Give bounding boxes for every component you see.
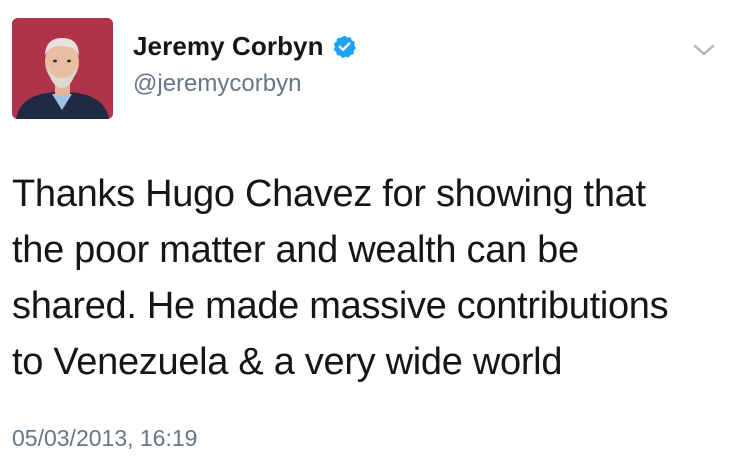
chevron-down-icon[interactable] [692,42,716,58]
author-display-name[interactable]: Jeremy Corbyn [133,31,324,62]
tweet-text-line: Thanks Hugo Chavez for showing that [12,173,646,215]
verified-badge-icon [332,34,357,59]
author-name-row[interactable]: Jeremy Corbyn [133,31,357,62]
avatar[interactable] [12,18,113,119]
author-handle[interactable]: @jeremycorbyn [133,70,301,98]
avatar-photo [12,18,113,119]
tweet-card: Jeremy Corbyn @jeremycorbyn Thanks Hugo … [0,0,732,464]
tweet-timestamp[interactable]: 05/03/2013, 16:19 [12,425,197,452]
tweet-text-line: the poor matter and wealth can be [12,229,579,271]
tweet-text-line: to Venezuela & a very wide world [12,341,563,383]
tweet-text: Thanks Hugo Chavez for showing that the … [12,166,724,390]
tweet-text-line: shared. He made massive contributions [12,285,669,327]
